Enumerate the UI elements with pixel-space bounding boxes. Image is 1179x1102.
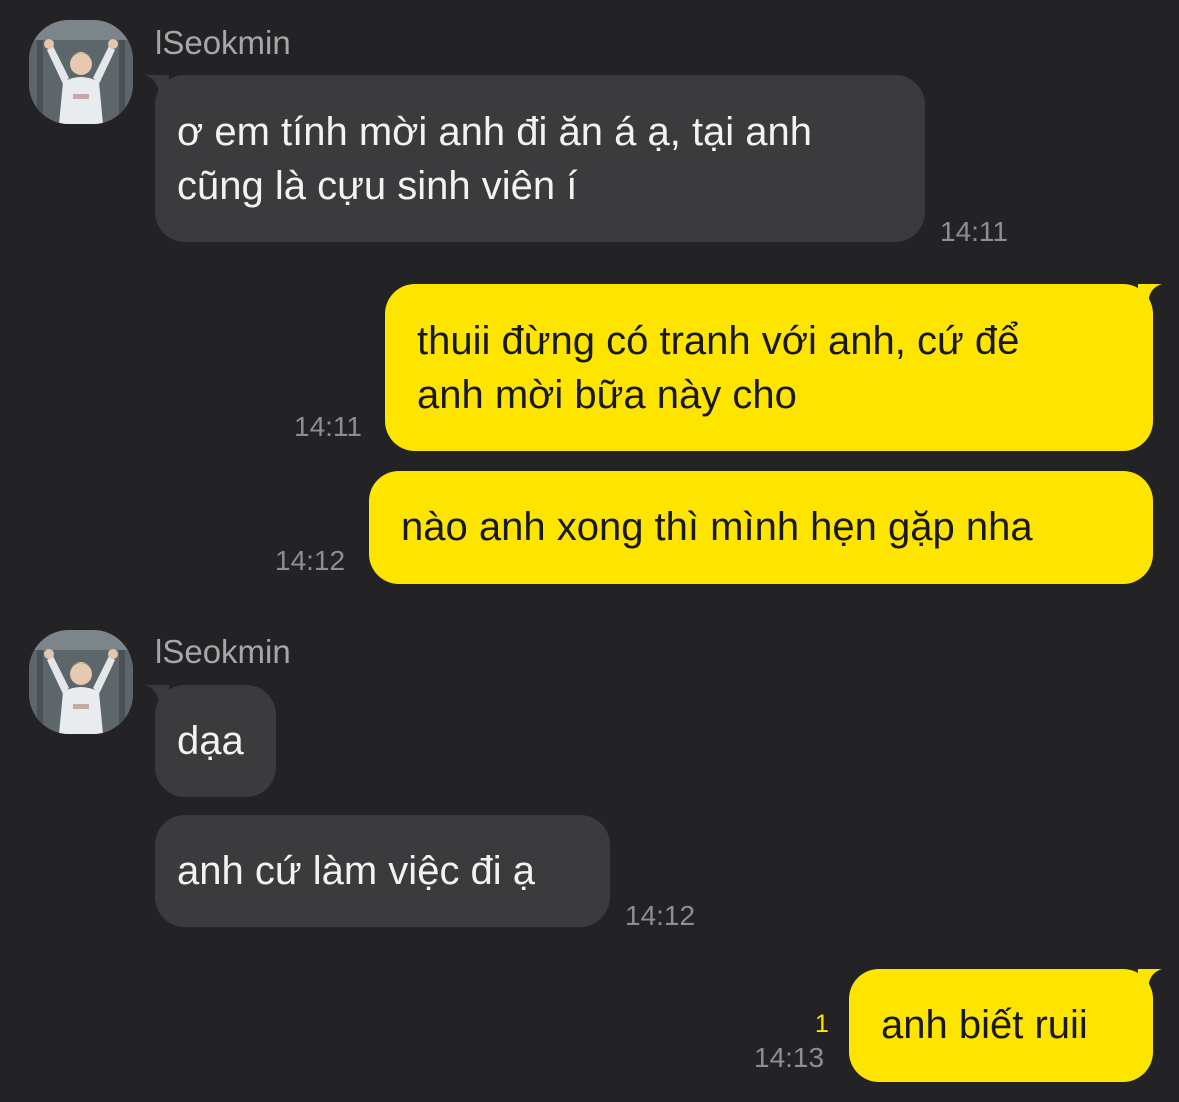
message-text-line: nào anh xong thì mình hẹn gặp nha: [401, 505, 1033, 549]
outgoing-bubble-tail: [1138, 284, 1162, 306]
avatar[interactable]: [29, 630, 133, 734]
message-text-line: anh mời bữa này cho: [417, 373, 797, 417]
incoming-bubble-tail: [145, 75, 169, 97]
message-text-line: anh biết ruii: [881, 1003, 1088, 1047]
outgoing-message-bubble[interactable]: nào anh xong thì mình hẹn gặp nha: [369, 471, 1153, 584]
incoming-message-bubble[interactable]: anh cứ làm việc đi ạ: [155, 815, 610, 927]
message-timestamp: 14:11: [940, 216, 1008, 247]
profile-photo-icon: [29, 20, 133, 124]
incoming-message-bubble[interactable]: ơ em tính mời anh đi ăn á ạ, tại anh cũn…: [155, 75, 925, 242]
incoming-bubble-tail: [145, 685, 169, 707]
message-timestamp: 14:13: [754, 1042, 825, 1073]
outgoing-bubble-tail: [1138, 969, 1162, 991]
message-timestamp: 14:12: [625, 900, 696, 931]
sender-name: lSeokmin: [155, 24, 291, 61]
message-timestamp: 14:12: [275, 545, 346, 576]
outgoing-message-bubble[interactable]: thuii đừng có tranh với anh, cứ để anh m…: [385, 284, 1153, 451]
message-text-line: thuii đừng có tranh với anh, cứ để: [417, 319, 1020, 363]
profile-photo-icon: [29, 630, 133, 734]
message-text-line: ơ em tính mời anh đi ăn á ạ, tại anh: [177, 110, 813, 154]
outgoing-message-bubble[interactable]: anh biết ruii: [849, 969, 1153, 1082]
message-text-line: cũng là cựu sinh viên í: [177, 164, 578, 208]
message-timestamp: 14:11: [294, 411, 362, 442]
message-text-line: dạa: [177, 719, 244, 763]
avatar[interactable]: [29, 20, 133, 124]
sender-name: lSeokmin: [155, 633, 291, 670]
unread-count: 1: [815, 1010, 829, 1038]
message-text-line: anh cứ làm việc đi ạ: [177, 849, 536, 893]
incoming-message-bubble[interactable]: dạa: [155, 685, 276, 797]
